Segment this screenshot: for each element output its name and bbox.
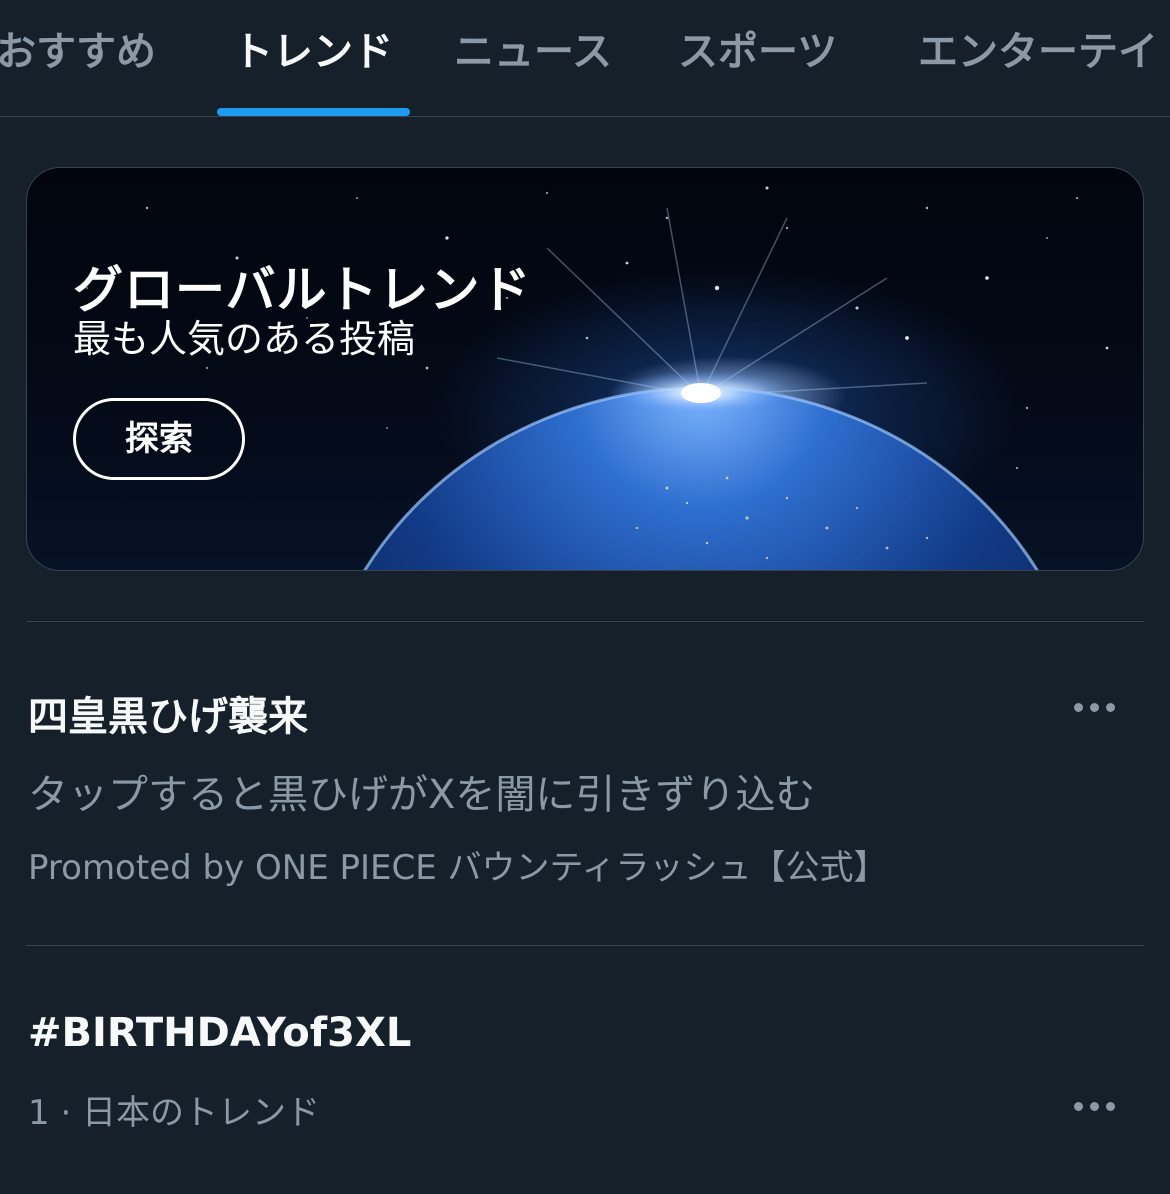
explore-tab-bar: おすすめ トレンド ニュース スポーツ エンターテイ bbox=[0, 0, 1170, 117]
tab-for-you[interactable]: おすすめ bbox=[0, 24, 156, 80]
explore-page: おすすめ トレンド ニュース スポーツ エンターテイ グローバルトレンド 最も人… bbox=[0, 0, 1170, 1194]
trend-description: タップすると黒ひげがXを闇に引きずり込む bbox=[28, 772, 816, 818]
promoted-label: Promoted by ONE PIECE バウンティラッシュ【公式】 bbox=[28, 848, 888, 888]
earth bbox=[365, 388, 1037, 570]
trend-title: 四皇黒ひげ襲来 bbox=[28, 694, 308, 740]
divider bbox=[26, 945, 1144, 946]
tab-entertainment[interactable]: エンターテイ bbox=[918, 24, 1158, 80]
more-horizontal-icon[interactable] bbox=[1068, 1092, 1124, 1122]
divider bbox=[26, 621, 1144, 622]
tab-trending[interactable]: トレンド bbox=[233, 24, 393, 80]
trend-title: #BIRTHDAYof3XL bbox=[28, 1010, 412, 1056]
active-tab-indicator bbox=[217, 108, 410, 116]
trend-rank-label: 1 · 日本のトレンド bbox=[28, 1093, 321, 1133]
more-horizontal-icon[interactable] bbox=[1068, 693, 1124, 723]
banner-subtitle: 最も人気のある投稿 bbox=[73, 317, 416, 361]
tab-sports[interactable]: スポーツ bbox=[678, 24, 837, 80]
explore-button[interactable]: 探索 bbox=[73, 398, 245, 480]
earth-space-image bbox=[86, 186, 1109, 570]
light-rays bbox=[496, 207, 928, 397]
tab-news[interactable]: ニュース bbox=[454, 24, 612, 80]
global-trends-banner[interactable]: グローバルトレンド 最も人気のある投稿 探索 bbox=[26, 167, 1144, 571]
